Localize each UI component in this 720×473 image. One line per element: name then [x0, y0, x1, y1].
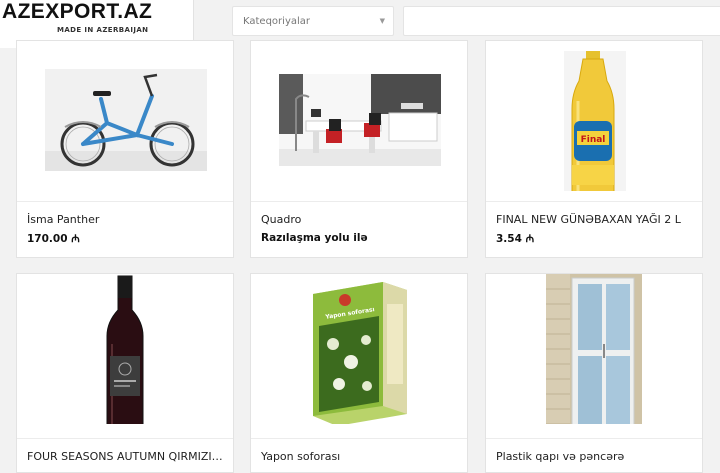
price-value: 3.54 [496, 233, 522, 245]
product-price: 170.00 ₼ [27, 232, 80, 246]
herbal-tea-box-image[interactable]: Yapon soforası [251, 274, 467, 424]
sunflower-oil-bottle-image[interactable]: Final [486, 41, 702, 191]
card-divider [17, 438, 233, 439]
product-name[interactable]: FOUR SEASONS AUTUMN QIRMIZI T... [27, 450, 225, 463]
wine-bottle-image[interactable] [17, 274, 233, 424]
logo-title: AZEXPORT.AZ [2, 0, 153, 23]
chevron-down-icon: ▼ [379, 17, 385, 25]
plastic-door-image[interactable] [486, 274, 702, 424]
product-name[interactable]: Yapon soforası [261, 450, 459, 463]
category-select-label: Kateqoriyalar [243, 16, 311, 27]
card-divider [251, 438, 467, 439]
product-price: 3.54 ₼ [496, 232, 534, 246]
card-divider [17, 201, 233, 202]
card-divider [251, 201, 467, 202]
card-divider [486, 201, 702, 202]
product-price: Razılaşma yolu ilə [261, 232, 368, 244]
product-card[interactable]: İsma Panther 170.00 ₼ [16, 40, 234, 258]
manat-icon: ₼ [525, 233, 535, 245]
manat-icon: ₼ [71, 233, 80, 245]
product-card[interactable]: Quadro Razılaşma yolu ilə [250, 40, 468, 258]
bicycle-image[interactable] [17, 41, 233, 191]
card-divider [486, 438, 702, 439]
category-select[interactable]: Kateqoriyalar ▼ [232, 6, 394, 36]
product-card[interactable]: Final FINAL NEW GÜNƏBAXAN YAĞI 2 L 3.54 … [485, 40, 703, 258]
svg-text:Final: Final [581, 135, 606, 145]
office-furniture-image[interactable] [251, 41, 467, 191]
product-card[interactable]: Yapon soforası Yapon soforası [250, 273, 468, 473]
price-value: 170.00 [27, 233, 68, 245]
product-name[interactable]: FINAL NEW GÜNƏBAXAN YAĞI 2 L [496, 213, 694, 226]
product-name[interactable]: Quadro [261, 213, 459, 226]
logo-subtitle: MADE IN AZERBAIJAN [57, 26, 149, 34]
product-name[interactable]: İsma Panther [27, 213, 225, 226]
product-name[interactable]: Plastik qapı və pəncərə [496, 450, 694, 463]
product-card[interactable]: FOUR SEASONS AUTUMN QIRMIZI T... [16, 273, 234, 473]
search-input[interactable] [403, 6, 720, 36]
product-card[interactable]: Plastik qapı və pəncərə [485, 273, 703, 473]
